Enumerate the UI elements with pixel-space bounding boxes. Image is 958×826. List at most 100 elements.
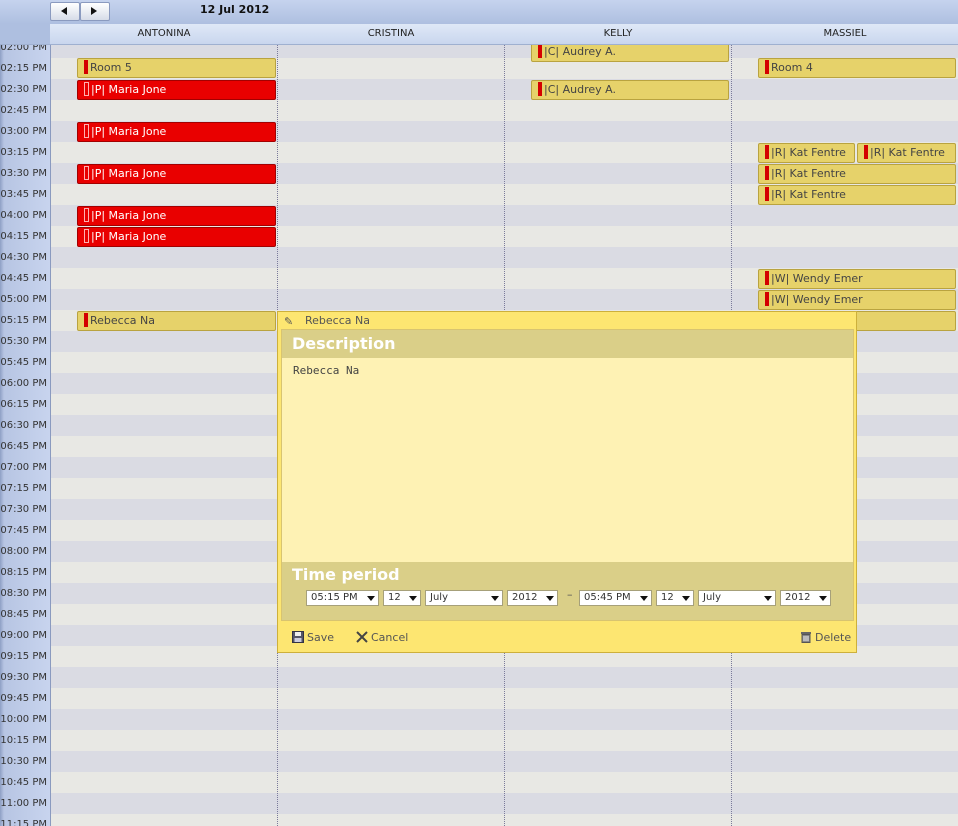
chevron-down-icon bbox=[367, 596, 375, 601]
time-label: 02:00 PM bbox=[0, 45, 47, 53]
start-day-select[interactable]: 12 bbox=[383, 590, 421, 606]
chevron-down-icon bbox=[640, 596, 648, 601]
event-marker bbox=[84, 208, 89, 222]
end-month-select[interactable]: July bbox=[698, 590, 776, 606]
event-marker bbox=[765, 292, 769, 306]
event-kat-fentre[interactable]: |R| Kat Fentre bbox=[857, 143, 956, 163]
event-maria-jone[interactable]: |P| Maria Jone bbox=[77, 122, 276, 142]
event-label: |P| Maria Jone bbox=[91, 167, 167, 180]
start-day-value: 12 bbox=[388, 592, 401, 603]
description-heading: Description bbox=[282, 330, 853, 358]
time-label: 09:45 PM bbox=[0, 693, 47, 704]
start-year-select[interactable]: 2012 bbox=[507, 590, 558, 606]
end-time-select[interactable]: 05:45 PM bbox=[579, 590, 652, 606]
time-label: 05:15 PM bbox=[0, 315, 47, 326]
event-label: |W| Wendy Emer bbox=[771, 293, 863, 306]
event-kat-fentre[interactable]: |R| Kat Fentre bbox=[758, 143, 855, 163]
pencil-icon: ✎ bbox=[284, 315, 294, 328]
popup-title-bar: ✎ Rebecca Na bbox=[278, 312, 856, 329]
time-label: 03:15 PM bbox=[0, 147, 47, 158]
description-heading-text: Description bbox=[292, 334, 396, 353]
event-rebecca-na[interactable]: Rebecca Na bbox=[77, 311, 276, 331]
event-kat-fentre[interactable]: |R| Kat Fentre bbox=[758, 185, 956, 205]
event-maria-jone[interactable]: |P| Maria Jone bbox=[77, 227, 276, 247]
end-day-value: 12 bbox=[661, 592, 674, 603]
delete-button[interactable]: Delete bbox=[800, 631, 851, 645]
next-day-button[interactable] bbox=[80, 2, 110, 21]
floppy-disk-icon bbox=[292, 631, 304, 643]
time-label: 02:30 PM bbox=[0, 84, 47, 95]
start-month-select[interactable]: July bbox=[425, 590, 503, 606]
time-label: 03:00 PM bbox=[0, 126, 47, 137]
start-time-select[interactable]: 05:15 PM bbox=[306, 590, 379, 606]
cancel-button[interactable]: Cancel bbox=[356, 631, 408, 645]
popup-body: Description Rebecca Na Time period 05:15… bbox=[281, 329, 854, 621]
event-audrey-a[interactable]: |C| Audrey A. bbox=[531, 45, 729, 62]
arrow-right-icon bbox=[91, 7, 97, 15]
resource-header-row: ANTONINA CRISTINA KELLY MASSIEL bbox=[0, 24, 958, 45]
time-label: 09:30 PM bbox=[0, 672, 47, 683]
event-marker bbox=[765, 187, 769, 201]
event-audrey-a[interactable]: |C| Audrey A. bbox=[531, 80, 729, 100]
start-month-value: July bbox=[430, 592, 448, 603]
header-corner bbox=[0, 24, 50, 44]
save-button[interactable]: Save bbox=[292, 631, 334, 645]
end-year-select[interactable]: 2012 bbox=[780, 590, 831, 606]
time-label: 11:00 PM bbox=[0, 798, 47, 809]
chevron-down-icon bbox=[409, 596, 417, 601]
event-wendy-emer[interactable]: |W| Wendy Emer bbox=[758, 269, 956, 289]
event-label: Rebecca Na bbox=[90, 314, 155, 327]
cancel-label: Cancel bbox=[371, 631, 409, 644]
time-label: 04:30 PM bbox=[0, 252, 47, 263]
time-label: 04:45 PM bbox=[0, 273, 47, 284]
event-room-4[interactable]: Room 4 bbox=[758, 58, 956, 78]
event-marker bbox=[84, 313, 88, 327]
event-label: |C| Audrey A. bbox=[544, 45, 616, 58]
time-label: 09:00 PM bbox=[0, 630, 47, 641]
time-label: 05:00 PM bbox=[0, 294, 47, 305]
column-header-antonina[interactable]: ANTONINA bbox=[51, 24, 277, 44]
end-year-value: 2012 bbox=[785, 592, 811, 603]
close-icon bbox=[356, 631, 368, 643]
event-label: Room 4 bbox=[771, 61, 813, 74]
time-label: 06:30 PM bbox=[0, 420, 47, 431]
event-marker bbox=[84, 166, 89, 180]
end-month-value: July bbox=[703, 592, 721, 603]
time-label: 10:00 PM bbox=[0, 714, 47, 725]
popup-title: Rebecca Na bbox=[305, 314, 370, 327]
column-header-kelly[interactable]: KELLY bbox=[505, 24, 731, 44]
time-label: 09:15 PM bbox=[0, 651, 47, 662]
time-label: 10:30 PM bbox=[0, 756, 47, 767]
chevron-down-icon bbox=[819, 596, 827, 601]
calendar-toolbar: 12 Jul 2012 bbox=[0, 0, 958, 24]
description-textarea[interactable]: Rebecca Na bbox=[293, 364, 359, 377]
event-label: |P| Maria Jone bbox=[91, 125, 167, 138]
time-label: 07:00 PM bbox=[0, 462, 47, 473]
event-maria-jone[interactable]: |P| Maria Jone bbox=[77, 80, 276, 100]
event-wendy-emer[interactable]: |W| Wendy Emer bbox=[758, 290, 956, 310]
event-marker bbox=[84, 60, 88, 74]
arrow-left-icon bbox=[61, 7, 67, 15]
event-marker bbox=[538, 45, 542, 58]
time-label: 05:45 PM bbox=[0, 357, 47, 368]
column-header-cristina[interactable]: CRISTINA bbox=[278, 24, 504, 44]
end-time-value: 05:45 PM bbox=[584, 592, 631, 603]
time-gutter: 02:00 PM 02:15 PM 02:30 PM 02:45 PM 03:00 PM… bbox=[0, 45, 51, 826]
time-label: 04:00 PM bbox=[0, 210, 47, 221]
time-label: 08:30 PM bbox=[0, 588, 47, 599]
event-label: |P| Maria Jone bbox=[91, 83, 167, 96]
popup-footer: Save Cancel Delete bbox=[278, 622, 856, 652]
event-maria-jone[interactable]: |P| Maria Jone bbox=[77, 206, 276, 226]
event-label: |R| Kat Fentre bbox=[870, 146, 945, 159]
time-label: 07:45 PM bbox=[0, 525, 47, 536]
end-day-select[interactable]: 12 bbox=[656, 590, 694, 606]
time-label: 07:30 PM bbox=[0, 504, 47, 515]
time-label: 11:15 PM bbox=[0, 819, 47, 826]
save-label: Save bbox=[307, 631, 335, 644]
event-kat-fentre[interactable]: |R| Kat Fentre bbox=[758, 164, 956, 184]
event-room-5[interactable]: Room 5 bbox=[77, 58, 276, 78]
previous-day-button[interactable] bbox=[50, 2, 80, 21]
event-maria-jone[interactable]: |P| Maria Jone bbox=[77, 164, 276, 184]
column-header-massiel[interactable]: MASSIEL bbox=[732, 24, 958, 44]
time-label: 03:30 PM bbox=[0, 168, 47, 179]
